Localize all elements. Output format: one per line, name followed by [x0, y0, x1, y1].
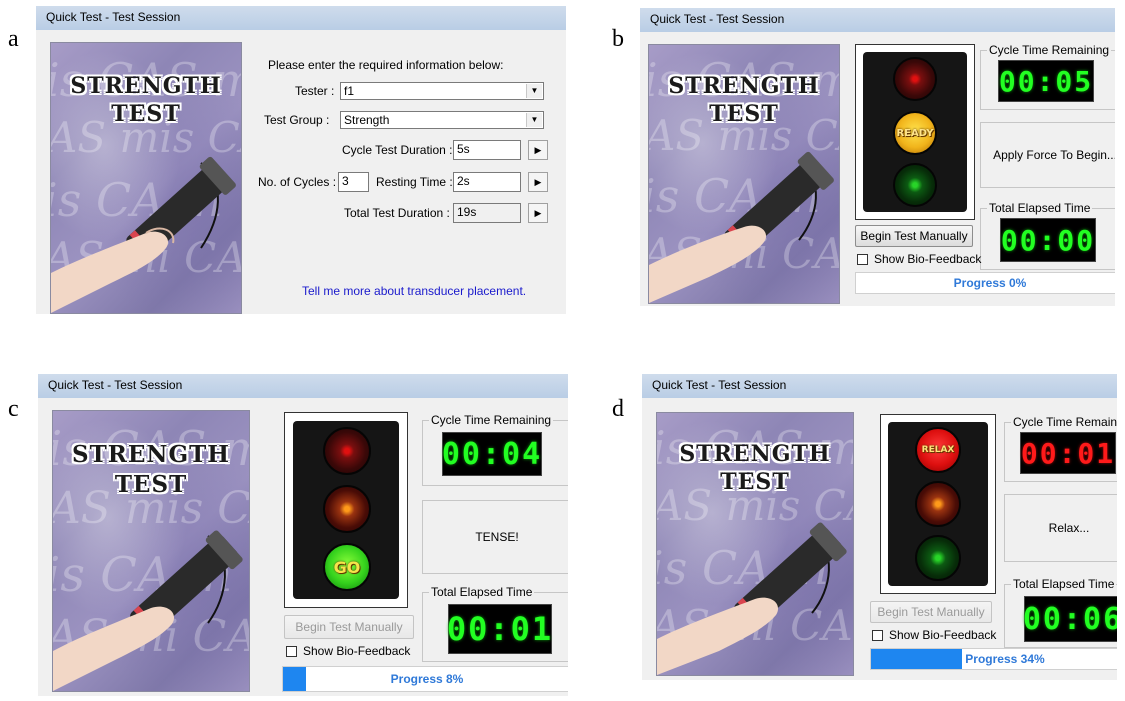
cycle-time-display: 00:01: [1020, 432, 1116, 474]
elapsed-time-label: Total Elapsed Time: [429, 585, 535, 599]
arrow-right-icon[interactable]: ▶: [528, 203, 548, 223]
status-message: Apply Force To Begin...: [980, 122, 1115, 188]
cycle-time-label: Cycle Time Remaining: [1011, 415, 1117, 429]
red-light-relax: RELAX: [915, 427, 961, 473]
red-light: [323, 427, 371, 475]
resting-time-label: Resting Time :: [376, 175, 453, 189]
yellow-light: [915, 481, 961, 527]
cycle-time-display: 00:04: [442, 432, 542, 476]
checkbox-box[interactable]: [286, 645, 297, 657]
begin-test-manually-button[interactable]: Begin Test Manually: [870, 601, 992, 623]
title-bar: Quick Test - Test Session: [640, 8, 1115, 32]
elapsed-time-display: 00:01: [447, 604, 552, 654]
total-duration-label: Total Test Duration :: [344, 206, 450, 220]
tester-label: Tester :: [295, 84, 335, 98]
cycles-field[interactable]: 3: [338, 172, 369, 192]
progress-text: Progress 8%: [390, 672, 464, 686]
progress-text: Progress 0%: [953, 276, 1027, 290]
art-title-line-2: TEST: [114, 471, 188, 498]
progress-bar: Progress 34%: [870, 648, 1117, 670]
elapsed-time-display: 00:06: [1023, 596, 1117, 642]
green-light: [893, 163, 937, 207]
tester-dropdown[interactable]: f1 ▼: [340, 82, 544, 100]
yellow-light-ready: READY: [893, 111, 937, 155]
red-light: [893, 57, 937, 101]
title-bar: Quick Test - Test Session: [36, 6, 566, 30]
art-title-line-1: STRENGTH: [72, 441, 230, 468]
tester-value: f1: [344, 84, 355, 98]
progress-bar: Progress 8%: [282, 666, 568, 692]
art-title-line-2: TEST: [111, 101, 181, 127]
window-title: Quick Test - Test Session: [652, 378, 787, 392]
strength-test-artwork: is CAS m AS mis CA is CA m AS mi CA STRE…: [50, 42, 242, 314]
art-title-line-1: STRENGTH: [679, 441, 831, 467]
relax-lamp-text: RELAX: [921, 445, 955, 455]
art-title-line-2: TEST: [709, 101, 779, 127]
window-title: Quick Test - Test Session: [650, 12, 785, 26]
traffic-light: READY: [855, 44, 975, 220]
window-c: Quick Test - Test Session is CAS m AS mi…: [38, 374, 568, 696]
cycle-duration-field[interactable]: 5s: [453, 140, 521, 160]
art-title-line-2: TEST: [720, 469, 790, 495]
chevron-down-icon[interactable]: ▼: [526, 113, 542, 127]
traffic-light: GO: [284, 412, 408, 608]
go-lamp-text: GO: [333, 557, 361, 577]
yellow-light: [323, 485, 371, 533]
elapsed-time-label: Total Elapsed Time: [987, 201, 1093, 215]
progress-bar: Progress 0%: [855, 272, 1115, 294]
show-bio-feedback-checkbox[interactable]: Show Bio-Feedback: [872, 628, 996, 642]
window-d: Quick Test - Test Session is CAS m AS mi…: [642, 374, 1117, 680]
window-a: Quick Test - Test Session is CAS m AS mi…: [36, 6, 566, 314]
strength-test-artwork: is CAS m AS mis CA is CA m AS mi CA STRE…: [52, 410, 250, 692]
cycles-label: No. of Cycles :: [258, 175, 337, 189]
resting-time-field[interactable]: 2s: [453, 172, 521, 192]
panel-label-b: b: [612, 26, 624, 52]
cycle-time-label: Cycle Time Remaining: [429, 413, 554, 427]
panel-label-d: d: [612, 396, 624, 422]
green-light-go: GO: [323, 543, 371, 591]
arrow-right-icon[interactable]: ▶: [528, 172, 548, 192]
show-bio-feedback-checkbox[interactable]: Show Bio-Feedback: [857, 252, 981, 266]
checkbox-box[interactable]: [857, 253, 868, 265]
begin-test-manually-button[interactable]: Begin Test Manually: [284, 615, 414, 639]
title-bar: Quick Test - Test Session: [642, 374, 1117, 398]
title-bar: Quick Test - Test Session: [38, 374, 568, 398]
art-title-line-1: STRENGTH: [70, 73, 222, 99]
status-message: Relax...: [1004, 494, 1117, 562]
transducer-placement-link[interactable]: Tell me more about transducer placement.: [302, 284, 526, 298]
instructions-text: Please enter the required information be…: [268, 58, 504, 72]
bio-feedback-label: Show Bio-Feedback: [889, 628, 997, 642]
total-duration-field: 19s: [453, 203, 521, 223]
elapsed-time-label: Total Elapsed Time: [1011, 577, 1117, 591]
strength-test-artwork: is CAS m AS mis CA is CA m AS mi CA STRE…: [656, 412, 854, 676]
test-group-label: Test Group :: [264, 113, 330, 127]
begin-test-manually-button[interactable]: Begin Test Manually: [855, 225, 973, 247]
art-title-line-1: STRENGTH: [668, 73, 820, 99]
panel-label-c: c: [8, 396, 19, 422]
panel-label-a: a: [8, 26, 19, 52]
cycle-duration-label: Cycle Test Duration :: [342, 143, 453, 157]
elapsed-time-display: 00:00: [1000, 218, 1096, 262]
test-group-value: Strength: [344, 113, 390, 127]
window-title: Quick Test - Test Session: [48, 378, 183, 392]
checkbox-box[interactable]: [872, 629, 883, 641]
ready-lamp-text: READY: [896, 127, 934, 139]
bio-feedback-label: Show Bio-Feedback: [874, 252, 982, 266]
window-b: Quick Test - Test Session is CAS m AS mi…: [640, 8, 1115, 306]
cycle-time-label: Cycle Time Remaining: [987, 43, 1112, 57]
show-bio-feedback-checkbox[interactable]: Show Bio-Feedback: [286, 644, 410, 658]
green-light: [915, 535, 961, 581]
arrow-right-icon[interactable]: ▶: [528, 140, 548, 160]
strength-test-artwork: is CAS m AS mis CA is CA m AS mi CA STRE…: [648, 44, 840, 304]
progress-text: Progress 34%: [965, 652, 1045, 666]
traffic-light: RELAX: [880, 414, 996, 594]
chevron-down-icon[interactable]: ▼: [526, 84, 542, 98]
window-title: Quick Test - Test Session: [46, 10, 181, 24]
test-group-dropdown[interactable]: Strength ▼: [340, 111, 544, 129]
status-message: TENSE!: [422, 500, 568, 574]
bio-feedback-label: Show Bio-Feedback: [303, 644, 411, 658]
cycle-time-display: 00:05: [998, 60, 1094, 102]
